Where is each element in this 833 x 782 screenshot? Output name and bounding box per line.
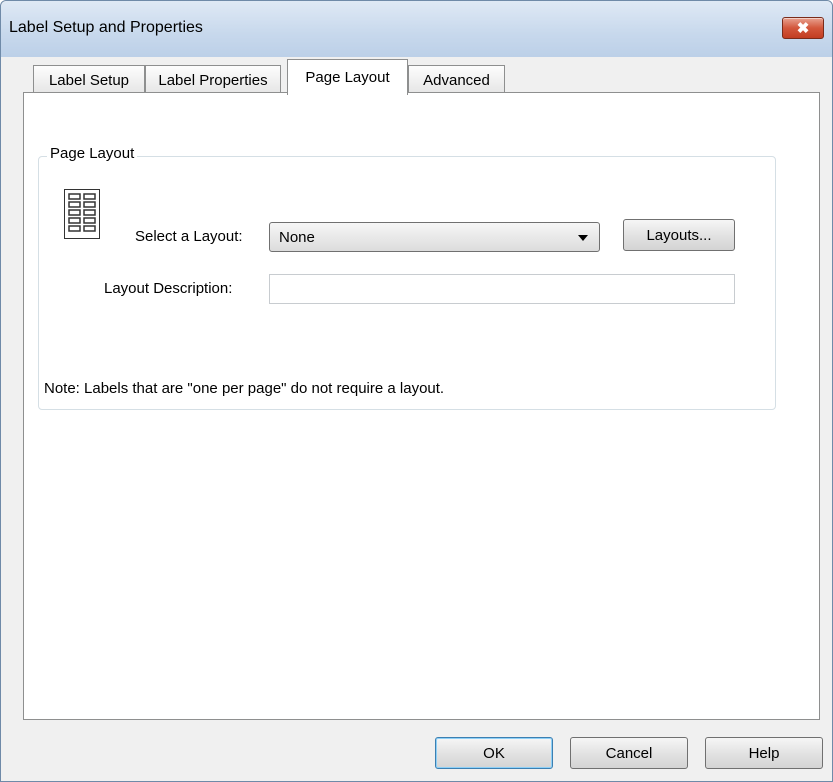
layout-description-field[interactable]	[269, 274, 735, 304]
layout-description-label: Layout Description:	[104, 280, 233, 297]
dialog-window: Label Setup and Properties ✖ Label Setup…	[0, 0, 833, 782]
layouts-button[interactable]: Layouts...	[623, 219, 735, 251]
chevron-down-icon	[578, 235, 588, 241]
help-button[interactable]: Help	[705, 737, 823, 769]
close-button[interactable]: ✖	[782, 17, 824, 39]
page-layout-group: Page Layout Select a Layout: None Layout…	[38, 145, 776, 410]
title-bar[interactable]: Label Setup and Properties ✖	[1, 1, 832, 57]
page-layout-grid-icon	[64, 189, 100, 239]
ok-button[interactable]: OK	[435, 737, 553, 769]
cancel-button[interactable]: Cancel	[570, 737, 688, 769]
tab-label-setup[interactable]: Label Setup	[33, 65, 145, 94]
select-layout-label: Select a Layout:	[135, 228, 243, 245]
note-text: Note: Labels that are "one per page" do …	[44, 380, 445, 397]
group-title: Page Layout	[47, 145, 138, 162]
tab-advanced[interactable]: Advanced	[408, 65, 505, 94]
close-icon: ✖	[796, 20, 810, 37]
tab-label-properties[interactable]: Label Properties	[145, 65, 281, 94]
window-title: Label Setup and Properties	[9, 19, 203, 36]
layout-select-value: None	[279, 229, 315, 246]
page-layout-panel: Page Layout Select a Layout: None Layout…	[23, 92, 820, 720]
layout-select[interactable]: None	[269, 222, 600, 252]
tab-page-layout[interactable]: Page Layout	[287, 59, 408, 95]
